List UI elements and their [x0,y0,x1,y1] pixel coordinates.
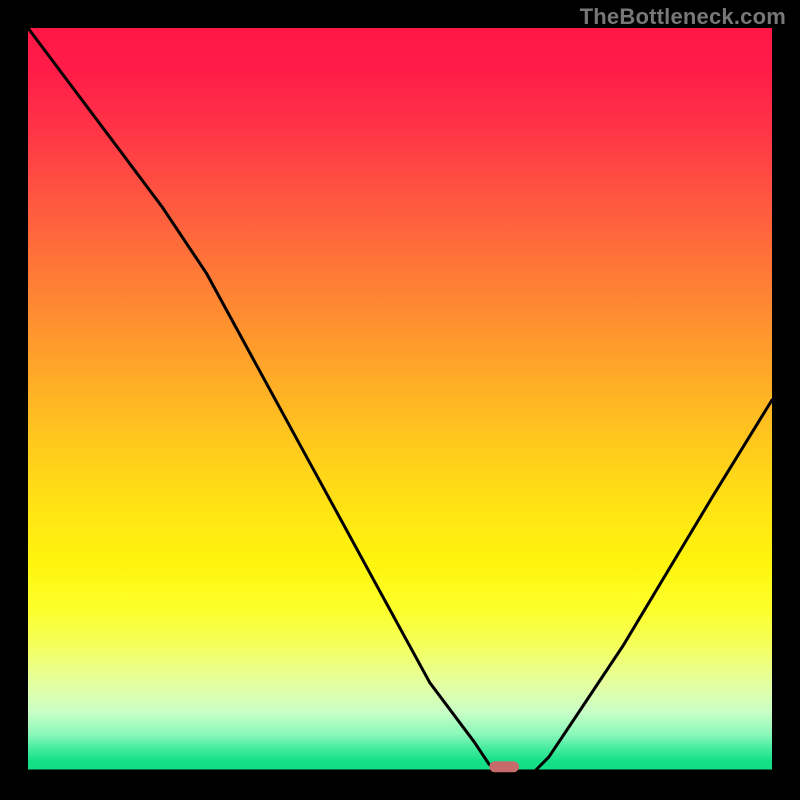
watermark-text: TheBottleneck.com [580,4,786,30]
chart-svg [28,28,772,772]
plot-area [28,28,772,772]
bottleneck-curve-line [28,28,772,772]
chart-stage: TheBottleneck.com [0,0,800,800]
optimal-region-marker [489,761,519,772]
